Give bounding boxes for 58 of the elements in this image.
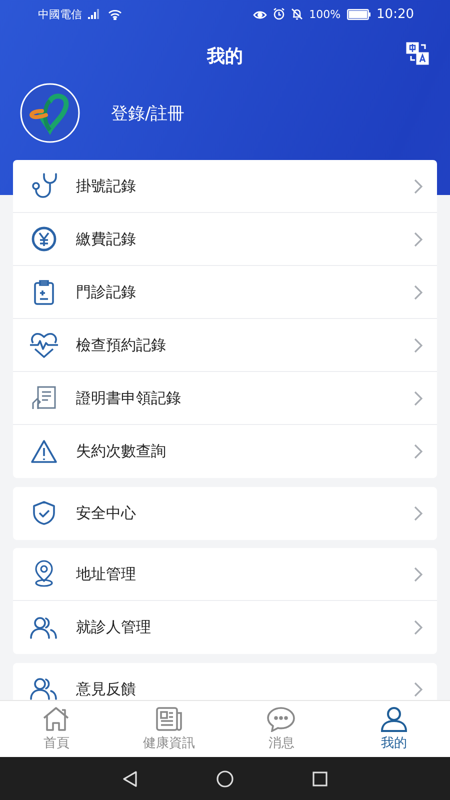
menu-row[interactable]: 地址管理 [13,548,437,601]
chevron-right-icon [414,338,423,352]
bell-off-icon [291,8,304,20]
menu-row[interactable]: 失約次數查詢 [13,425,437,478]
menu-row[interactable]: 就診人管理 [13,601,437,654]
chevron-right-icon [414,566,423,582]
eye-icon [253,8,268,20]
clock-time: 10:20 [376,6,414,22]
heart-pulse-icon [29,331,59,359]
recents-square-icon[interactable] [312,770,328,786]
menu-label: 證明書申領記錄 [76,388,182,408]
page-title: 我的 [207,44,243,68]
battery-percent: 100% [309,8,341,20]
signal-icon [88,9,102,19]
users-icon [29,675,59,700]
menu-label: 就診人管理 [76,618,152,637]
tab[interactable]: 我的 [338,701,450,757]
certificate-hand-icon [30,384,58,412]
stethoscope-icon [30,172,58,200]
back-icon[interactable] [122,770,138,788]
menu-row[interactable]: 意見反饋 [13,662,437,700]
yen-coin-icon [30,225,58,253]
chat-bubble-icon [266,706,296,732]
newspaper-icon [154,706,184,732]
battery-icon [346,8,371,20]
menu-label: 門診記錄 [76,282,137,302]
menu-row[interactable]: 檢查預約記錄 [13,319,437,372]
menu-label: 繳費記錄 [76,230,137,248]
wifi-icon [108,8,122,20]
chevron-right-icon [414,444,423,459]
chevron-right-icon [414,178,423,194]
menu-label: 安全中心 [76,504,137,522]
menu-row[interactable]: 門診記錄 [13,266,437,319]
home-circle-icon[interactable] [216,770,234,788]
menu-label: 檢查預約記錄 [76,336,167,354]
menu-row[interactable]: 安全中心 [13,486,437,540]
alarm-icon [273,8,286,20]
menu-label: 地址管理 [76,564,137,584]
chevron-right-icon [414,284,423,300]
chevron-right-icon [414,506,423,520]
warning-icon [30,438,58,466]
menu-row[interactable]: 繳費記錄 [13,213,437,266]
home-icon [41,706,72,732]
menu-label: 意見反饋 [76,680,137,698]
menu-row[interactable]: 掛號記錄 [13,160,437,213]
menu-row[interactable]: 證明書申領記錄 [13,372,437,425]
chevron-right-icon [414,390,423,406]
translate-icon[interactable] [406,42,430,66]
chevron-right-icon [414,232,423,246]
chevron-right-icon [414,620,423,635]
menu-label: 失約次數查詢 [76,442,167,461]
carrier-name: 中國電信 [38,6,82,22]
shield-check-icon [30,499,58,527]
login-register-link[interactable]: 登錄/註冊 [111,102,185,124]
menu-label: 掛號記錄 [76,176,137,196]
person-icon [378,706,409,732]
logo-avatar-icon[interactable] [20,83,80,143]
chevron-right-icon [414,682,423,696]
